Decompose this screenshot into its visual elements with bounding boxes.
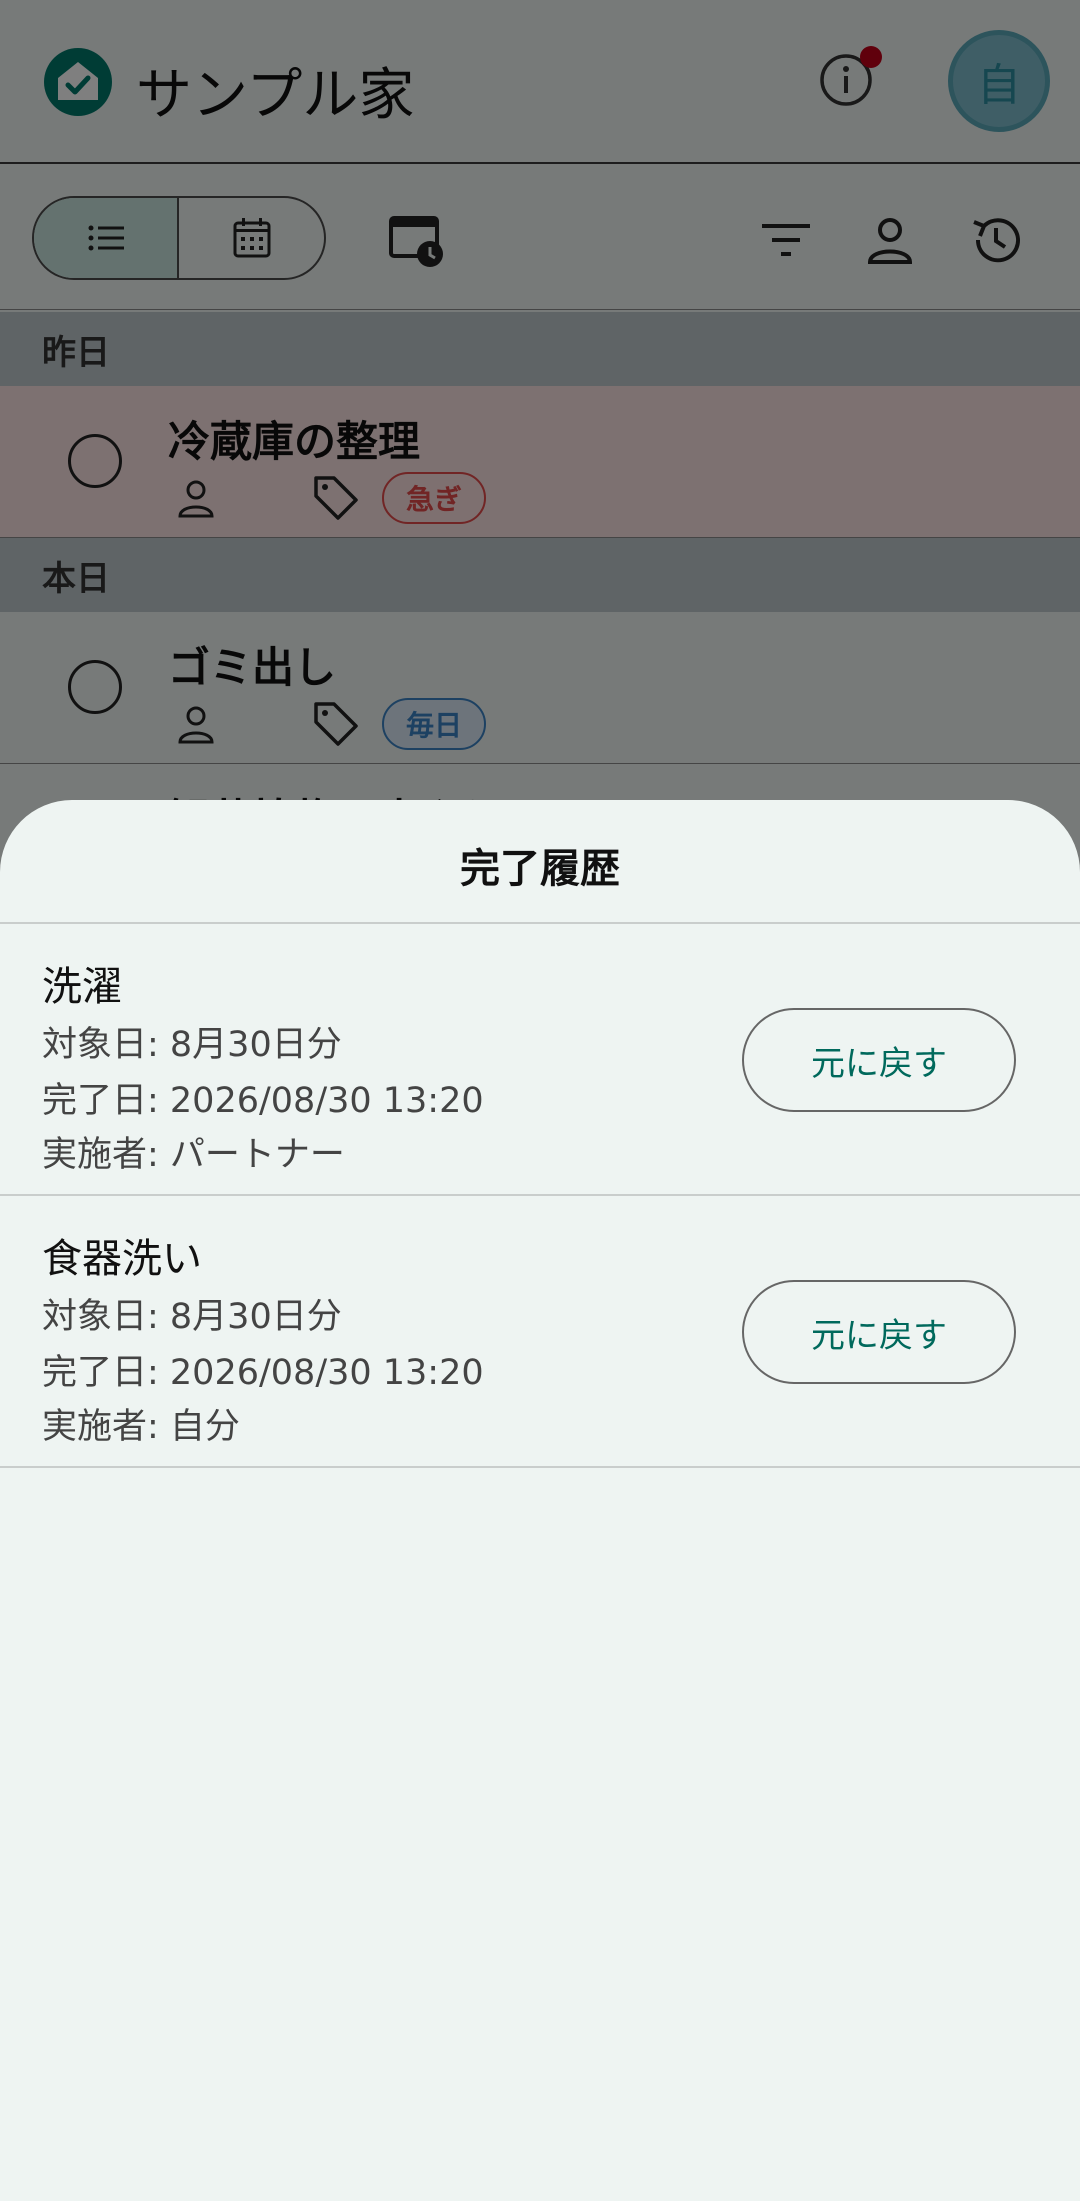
entry-performer: 実施者: パートナー: [42, 1135, 345, 1175]
entry-task-name: 食器洗い: [42, 1236, 202, 1282]
history-entry: 洗濯 対象日: 8月30日分 完了日: 2026/08/30 13:20 実施者…: [0, 924, 1080, 1196]
restore-button[interactable]: 元に戻す: [742, 1008, 1016, 1112]
completion-history-sheet: 完了履歴 洗濯 対象日: 8月30日分 完了日: 2026/08/30 13:2…: [0, 800, 1080, 2201]
entry-target-date: 対象日: 8月30日分: [42, 1025, 342, 1065]
entry-performer: 実施者: 自分: [42, 1407, 240, 1447]
sheet-title: 完了履歴: [460, 846, 620, 892]
entry-completed-at: 完了日: 2026/08/30 13:20: [42, 1353, 484, 1393]
entry-completed-at: 完了日: 2026/08/30 13:20: [42, 1081, 484, 1121]
restore-button[interactable]: 元に戻す: [742, 1280, 1016, 1384]
entry-target-date: 対象日: 8月30日分: [42, 1297, 342, 1337]
entry-task-name: 洗濯: [42, 964, 122, 1010]
history-entry: 食器洗い 対象日: 8月30日分 完了日: 2026/08/30 13:20 実…: [0, 1196, 1080, 1468]
